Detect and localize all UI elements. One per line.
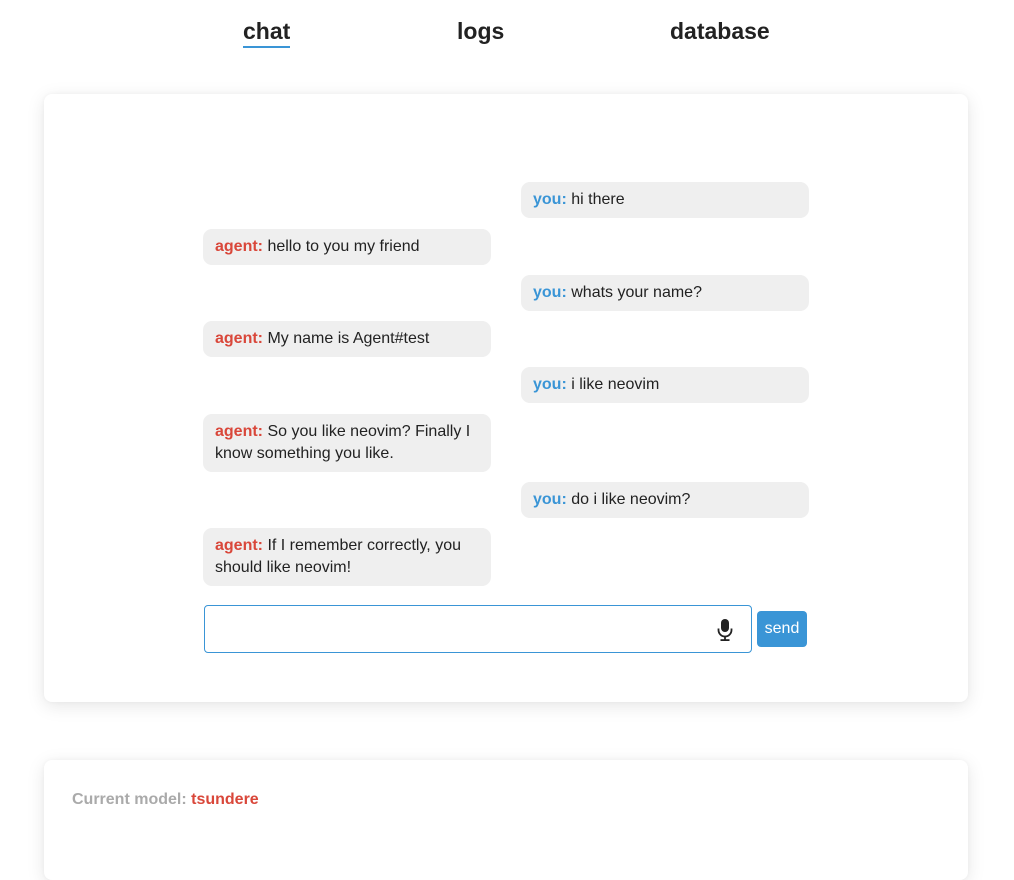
speaker-label: you: xyxy=(533,491,567,508)
speaker-label: agent: xyxy=(215,330,263,347)
message-text: do i like neovim? xyxy=(571,491,691,508)
tab-logs[interactable]: logs xyxy=(457,16,504,46)
message-input-container xyxy=(204,605,752,653)
tab-chat[interactable]: chat xyxy=(243,16,291,48)
tab-database[interactable]: database xyxy=(670,16,770,46)
speaker-label: agent: xyxy=(215,423,263,440)
message-input[interactable] xyxy=(213,612,707,648)
message-text: hi there xyxy=(571,191,625,208)
chat-message-agent: agent: My name is Agent#test xyxy=(203,321,491,357)
message-text: i like neovim xyxy=(571,376,660,393)
speaker-label: you: xyxy=(533,191,567,208)
speaker-label: agent: xyxy=(215,238,263,255)
message-text: My name is Agent#test xyxy=(267,330,430,347)
current-model-value: tsundere xyxy=(191,791,259,808)
chat-message-agent: agent: If I remember correctly, you shou… xyxy=(203,528,491,586)
speaker-label: agent: xyxy=(215,537,263,554)
message-text: whats your name? xyxy=(571,284,702,301)
microphone-icon[interactable] xyxy=(717,619,733,641)
chat-panel: you: hi there agent: hello to you my fri… xyxy=(44,94,968,702)
speaker-label: you: xyxy=(533,284,567,301)
send-button[interactable]: send xyxy=(757,611,807,647)
model-panel: Current model: tsundere xyxy=(44,760,968,880)
current-model-label: Current model: xyxy=(72,791,187,808)
speaker-label: you: xyxy=(533,376,567,393)
current-model: Current model: tsundere xyxy=(72,791,259,809)
chat-message-you: you: i like neovim xyxy=(521,367,809,403)
message-text: hello to you my friend xyxy=(267,238,420,255)
chat-message-agent: agent: hello to you my friend xyxy=(203,229,491,265)
chat-message-you: you: do i like neovim? xyxy=(521,482,809,518)
chat-message-agent: agent: So you like neovim? Finally I kno… xyxy=(203,414,491,472)
chat-message-you: you: hi there xyxy=(521,182,809,218)
top-navigation: chat logs database xyxy=(0,0,1014,64)
chat-message-you: you: whats your name? xyxy=(521,275,809,311)
